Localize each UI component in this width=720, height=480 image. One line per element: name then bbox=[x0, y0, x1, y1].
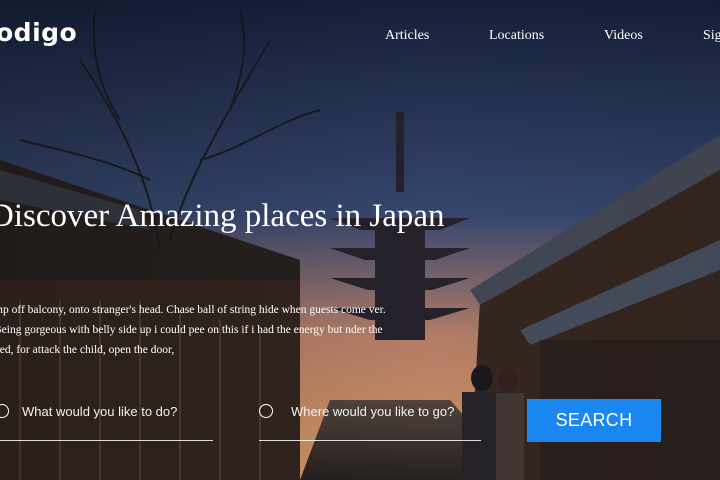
location-input[interactable] bbox=[291, 399, 471, 423]
location-field bbox=[259, 396, 481, 441]
nav-item-articles[interactable]: Articles bbox=[385, 28, 429, 44]
activity-input[interactable] bbox=[22, 399, 202, 423]
hero-title: Discover Amazing places in Japan bbox=[0, 198, 445, 234]
main-nav: Articles Locations Videos Sig bbox=[0, 28, 720, 48]
nav-item-locations[interactable]: Locations bbox=[489, 28, 544, 44]
nav-item-videos[interactable]: Videos bbox=[604, 28, 643, 44]
search-button[interactable]: SEARCH bbox=[527, 399, 661, 442]
activity-field bbox=[0, 396, 213, 441]
radio-circle-icon[interactable] bbox=[259, 404, 273, 418]
hero-description: mp off balcony, onto stranger's head. Ch… bbox=[0, 304, 386, 356]
radio-circle-icon[interactable] bbox=[0, 404, 9, 418]
nav-item-sign[interactable]: Sig bbox=[703, 28, 720, 44]
